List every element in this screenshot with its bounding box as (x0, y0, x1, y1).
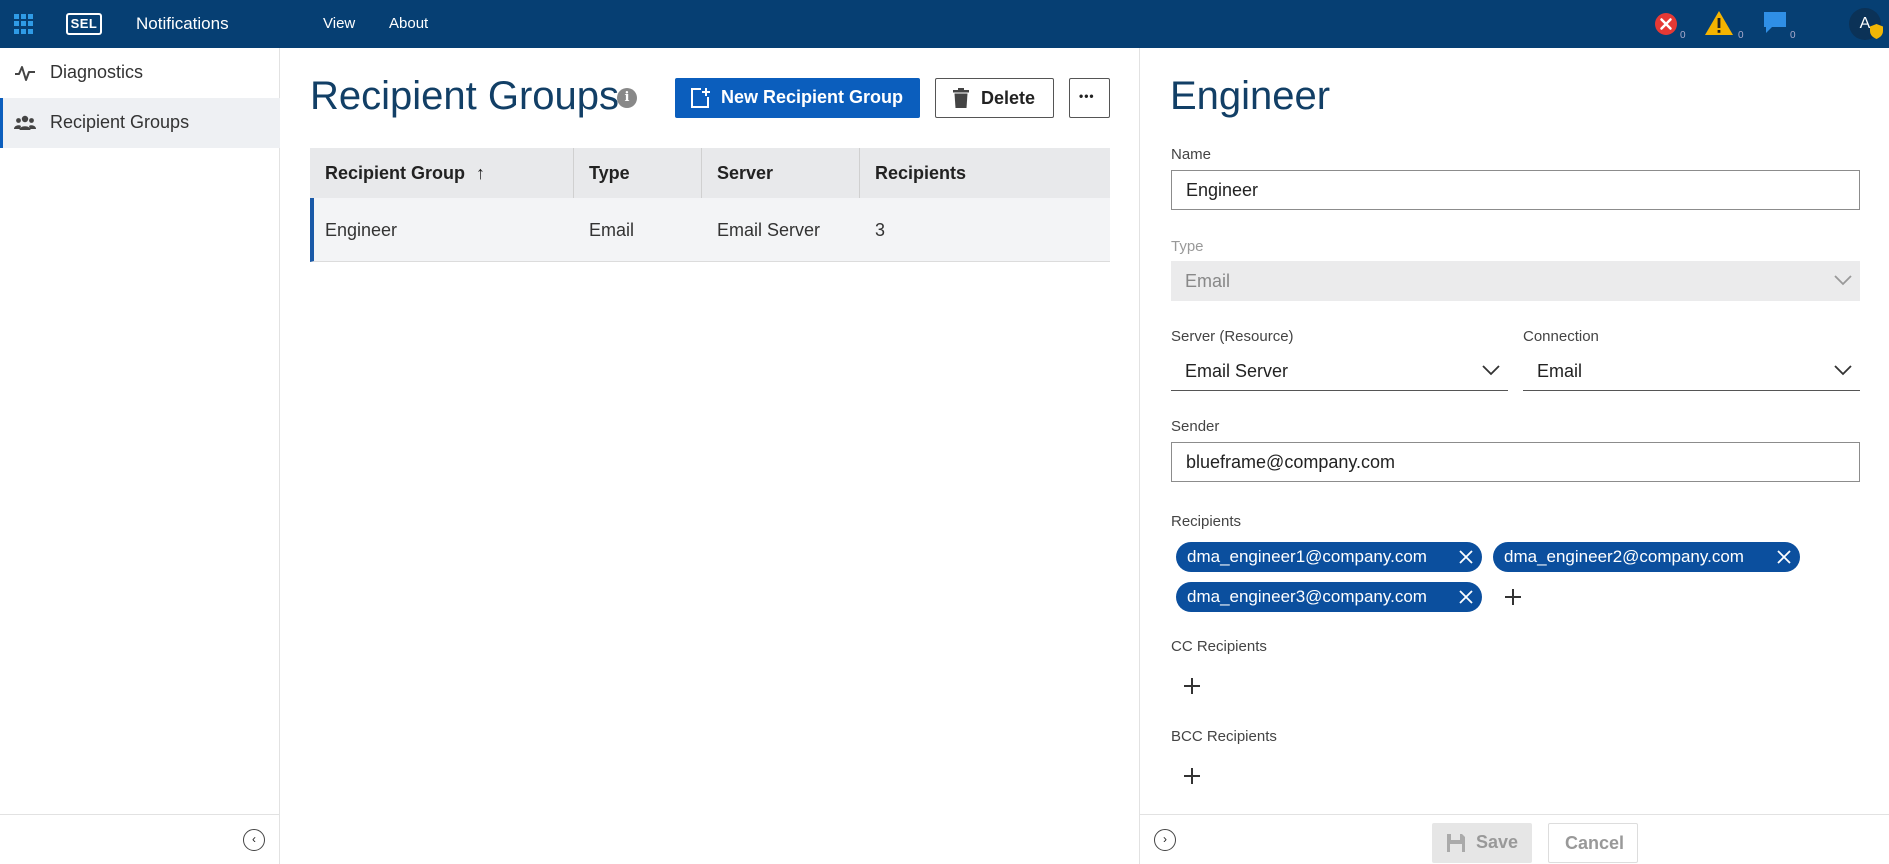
server-select[interactable]: Email Server (1171, 351, 1508, 391)
name-label: Name (1171, 146, 1212, 163)
sender-label: Sender (1171, 418, 1220, 435)
recipient-chip: dma_engineer3@company.com (1176, 582, 1482, 612)
shield-icon (1870, 24, 1883, 39)
warning-count: 0 (1738, 30, 1744, 41)
detail-footer: › Save Cancel (1140, 814, 1889, 864)
delete-button[interactable]: Delete (935, 78, 1054, 118)
top-bar: SEL Notifications View About 0 0 0 A (0, 0, 1889, 48)
chevron-down-icon (1834, 275, 1852, 286)
sender-field[interactable]: blueframe@company.com (1171, 442, 1860, 482)
sidebar-item-recipient-groups[interactable]: Recipient Groups (0, 98, 280, 148)
sort-ascending-icon: ↑ (476, 163, 486, 183)
column-header-server[interactable]: Server (702, 148, 860, 198)
column-label: Type (589, 163, 630, 183)
add-recipient-icon[interactable] (1502, 586, 1524, 608)
column-label: Recipients (875, 163, 967, 183)
recipient-chip-label: dma_engineer3@company.com (1187, 587, 1427, 606)
add-cc-recipient-icon[interactable] (1181, 675, 1203, 697)
recipient-chip: dma_engineer2@company.com (1493, 542, 1800, 572)
sidebar-item-label: Recipient Groups (50, 112, 190, 132)
server-value: Email Server (1185, 361, 1289, 381)
bcc-recipients-label: BCC Recipients (1171, 728, 1277, 745)
type-select: Email (1171, 261, 1860, 301)
table-row[interactable]: Engineer Email Email Server 3 (310, 198, 1110, 262)
remove-recipient-icon[interactable] (1776, 549, 1792, 565)
app-launcher-icon[interactable] (14, 14, 34, 34)
warning-icon (1705, 11, 1733, 35)
column-label: Recipient Group (325, 163, 466, 183)
save-icon (1447, 834, 1465, 852)
page-title: Recipient Groups (310, 74, 620, 118)
error-icon (1655, 13, 1677, 35)
user-avatar[interactable]: A (1849, 8, 1883, 40)
name-field[interactable]: Engineer (1171, 170, 1860, 210)
add-bcc-recipient-icon[interactable] (1181, 765, 1203, 787)
recipient-groups-table: Recipient Group ↑ Type Server Recipients… (310, 148, 1110, 262)
warning-status[interactable]: 0 (1704, 10, 1744, 41)
sidebar-footer: ‹ (0, 814, 280, 864)
detail-title: Engineer (1170, 74, 1331, 118)
cell-group: Engineer (325, 220, 398, 240)
menu-view[interactable]: View (323, 15, 355, 32)
recipient-chip: dma_engineer1@company.com (1176, 542, 1482, 572)
column-header-type[interactable]: Type (574, 148, 702, 198)
cc-recipients-label: CC Recipients (1171, 638, 1267, 655)
cancel-button-label: Cancel (1565, 833, 1625, 853)
message-status[interactable]: 0 (1762, 10, 1796, 41)
error-count: 0 (1680, 30, 1686, 41)
chevron-down-icon (1482, 365, 1500, 376)
recipient-chip-label: dma_engineer2@company.com (1504, 547, 1744, 566)
remove-recipient-icon[interactable] (1458, 549, 1474, 565)
recipients-label: Recipients (1171, 513, 1242, 530)
chat-icon (1764, 12, 1786, 33)
chevron-down-icon (1834, 365, 1852, 376)
server-label: Server (Resource) (1171, 328, 1294, 345)
add-document-icon (691, 88, 710, 108)
new-recipient-group-button[interactable]: New Recipient Group (675, 78, 920, 118)
sidebar-item-label: Diagnostics (50, 62, 144, 82)
cell-type: Email (589, 220, 635, 240)
connection-select[interactable]: Email (1523, 351, 1860, 391)
delete-button-label: Delete (981, 88, 1036, 108)
pulse-icon (15, 66, 35, 81)
column-label: Server (717, 163, 774, 183)
recipient-chip-label: dma_engineer1@company.com (1187, 547, 1427, 566)
sidebar: Diagnostics Recipient Groups ‹ (0, 48, 280, 864)
error-status[interactable]: 0 (1654, 10, 1686, 41)
column-header-recipient-group[interactable]: Recipient Group ↑ (310, 148, 574, 198)
new-button-label: New Recipient Group (721, 87, 904, 107)
type-value: Email (1185, 271, 1231, 291)
trash-icon (953, 88, 969, 108)
sel-logo: SEL (66, 13, 102, 35)
remove-recipient-icon[interactable] (1458, 589, 1474, 605)
collapse-sidebar-icon[interactable]: ‹ (243, 829, 265, 851)
avatar-initial: A (1859, 15, 1871, 32)
cancel-button[interactable]: Cancel (1548, 823, 1638, 863)
menu-about[interactable]: About (389, 15, 428, 32)
type-label: Type (1171, 238, 1204, 255)
expand-panel-icon[interactable]: › (1154, 829, 1176, 851)
cell-recipients: 3 (875, 220, 886, 240)
cell-server: Email Server (717, 220, 821, 240)
column-header-recipients[interactable]: Recipients (860, 148, 1110, 198)
app-title: Notifications (136, 14, 229, 33)
people-icon (14, 115, 36, 130)
more-options-button[interactable]: ••• (1069, 78, 1110, 118)
connection-label: Connection (1523, 328, 1599, 345)
more-icon: ••• (1079, 89, 1095, 103)
save-button[interactable]: Save (1432, 823, 1532, 863)
message-count: 0 (1790, 30, 1796, 41)
recipient-groups-panel: Recipient Groups i New Recipient Group D… (280, 48, 1139, 864)
save-button-label: Save (1476, 832, 1519, 852)
table-header: Recipient Group ↑ Type Server Recipients (310, 148, 1110, 198)
sidebar-item-diagnostics[interactable]: Diagnostics (0, 48, 280, 98)
info-icon[interactable]: i (617, 88, 637, 108)
connection-value: Email (1537, 361, 1583, 381)
detail-panel: Engineer Name Engineer Type Email Server… (1139, 48, 1889, 864)
